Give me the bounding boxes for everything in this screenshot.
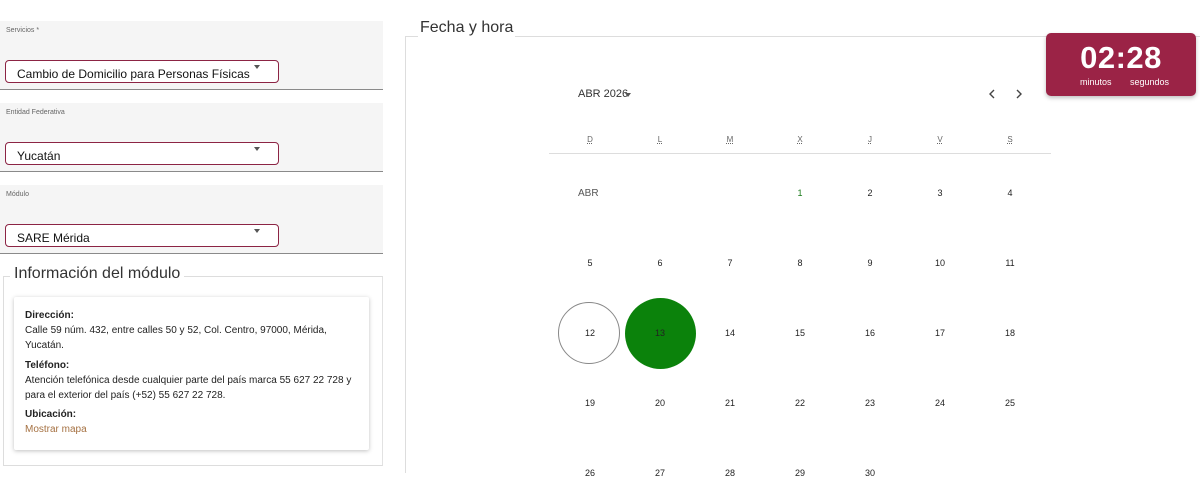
calendar-day[interactable]: 9 — [850, 258, 890, 268]
calendar-day[interactable]: 28 — [710, 468, 750, 478]
calendar-day[interactable]: 10 — [920, 258, 960, 268]
show-map-link[interactable]: Mostrar mapa — [25, 422, 87, 437]
calendar-day[interactable]: 11 — [990, 258, 1030, 268]
calendar-day[interactable]: 16 — [850, 328, 890, 338]
calendar-day[interactable]: 17 — [920, 328, 960, 338]
dropdown-caret-icon — [254, 65, 260, 69]
direccion-line: Calle 59 núm. 432, entre calles 50 y 52,… — [25, 325, 327, 336]
calendar-day[interactable]: 26 — [570, 468, 610, 478]
calendar-day[interactable]: 19 — [570, 398, 610, 408]
weekday-label: J — [868, 135, 872, 144]
calendar-day[interactable]: 25 — [990, 398, 1030, 408]
telefono-line: para el exterior del país (+52) 55 627 2… — [25, 390, 226, 401]
direccion-line: Yucatán. — [25, 340, 64, 351]
entidad-field: Entidad Federativa Yucatán — [0, 103, 383, 172]
calendar-title: Fecha y hora — [418, 19, 516, 37]
calendar-day[interactable]: 15 — [780, 328, 820, 338]
chevron-right-icon — [1016, 89, 1022, 99]
weekday-label: L — [657, 135, 663, 144]
ubicacion-label: Ubicación: — [25, 409, 77, 420]
calendar-day[interactable]: 4 — [990, 188, 1030, 198]
weekday-label: M — [726, 135, 734, 144]
month-year-selector[interactable]: ABR 2026 — [578, 88, 628, 100]
calendar-day[interactable]: 22 — [780, 398, 820, 408]
telefono-block: Teléfono: Atención telefónica desde cual… — [25, 358, 351, 403]
calendar-day[interactable]: 24 — [920, 398, 960, 408]
modulo-select[interactable]: SARE Mérida — [5, 224, 279, 247]
calendar-day-selected[interactable]: 13 — [640, 328, 680, 338]
dropdown-caret-icon — [254, 229, 260, 233]
dropdown-caret-icon — [254, 147, 260, 151]
module-info-title: Información del módulo — [10, 265, 185, 283]
timer-unit-seconds: segundos — [1130, 77, 1170, 87]
calendar-day[interactable]: 8 — [780, 258, 820, 268]
calendar-day[interactable]: 23 — [850, 398, 890, 408]
entidad-value: Yucatán — [17, 149, 61, 163]
entidad-select[interactable]: Yucatán — [5, 142, 279, 165]
calendar-day[interactable]: 12 — [570, 328, 610, 338]
chevron-left-icon — [989, 89, 995, 99]
telefono-label: Teléfono: — [25, 360, 70, 371]
calendar-day[interactable]: 21 — [710, 398, 750, 408]
timer-value: 02:28 — [1080, 40, 1162, 75]
calendar-day[interactable]: 2 — [850, 188, 890, 198]
servicios-label: Servicios * — [6, 27, 40, 34]
direccion-block: Dirección: Calle 59 núm. 432, entre call… — [25, 308, 327, 353]
calendar-day[interactable]: 18 — [990, 328, 1030, 338]
calendar-day[interactable]: 29 — [780, 468, 820, 478]
session-timer: 02:28 minutos segundos — [1046, 33, 1196, 96]
calendar-day[interactable]: 1 — [780, 188, 820, 198]
direccion-label: Dirección: — [25, 310, 74, 321]
modulo-label: Módulo — [6, 191, 29, 198]
calendar-day[interactable]: 3 — [920, 188, 960, 198]
calendar-day[interactable]: 14 — [710, 328, 750, 338]
calendar-day[interactable]: 27 — [640, 468, 680, 478]
calendar-day[interactable]: 6 — [640, 258, 680, 268]
weekday-label: S — [1007, 135, 1013, 144]
calendar-month-label: ABR — [578, 188, 599, 199]
calendar-day[interactable]: 30 — [850, 468, 890, 478]
weekday-label: D — [587, 135, 593, 144]
servicios-value: Cambio de Domicilio para Personas Física… — [17, 67, 250, 81]
servicios-select[interactable]: Cambio de Domicilio para Personas Física… — [5, 60, 279, 83]
ubicacion-block: Ubicación: Mostrar mapa — [25, 407, 87, 437]
telefono-line: Atención telefónica desde cualquier part… — [25, 375, 352, 386]
prev-month-button[interactable] — [985, 86, 999, 102]
timer-unit-minutes: minutos — [1080, 77, 1112, 87]
modulo-field: Módulo SARE Mérida — [0, 185, 383, 254]
servicios-field: Servicios * Cambio de Domicilio para Per… — [0, 21, 383, 90]
module-info-card: Dirección: Calle 59 núm. 432, entre call… — [14, 297, 369, 450]
calendar-day[interactable]: 5 — [570, 258, 610, 268]
calendar-day[interactable]: 20 — [640, 398, 680, 408]
dropdown-caret-icon[interactable] — [625, 93, 631, 97]
modulo-value: SARE Mérida — [17, 231, 90, 245]
weekday-label: V — [937, 135, 943, 144]
entidad-label: Entidad Federativa — [6, 109, 65, 116]
next-month-button[interactable] — [1012, 86, 1026, 102]
weekday-label: X — [797, 135, 803, 144]
calendar-day[interactable]: 7 — [710, 258, 750, 268]
weekday-divider — [549, 153, 1051, 154]
